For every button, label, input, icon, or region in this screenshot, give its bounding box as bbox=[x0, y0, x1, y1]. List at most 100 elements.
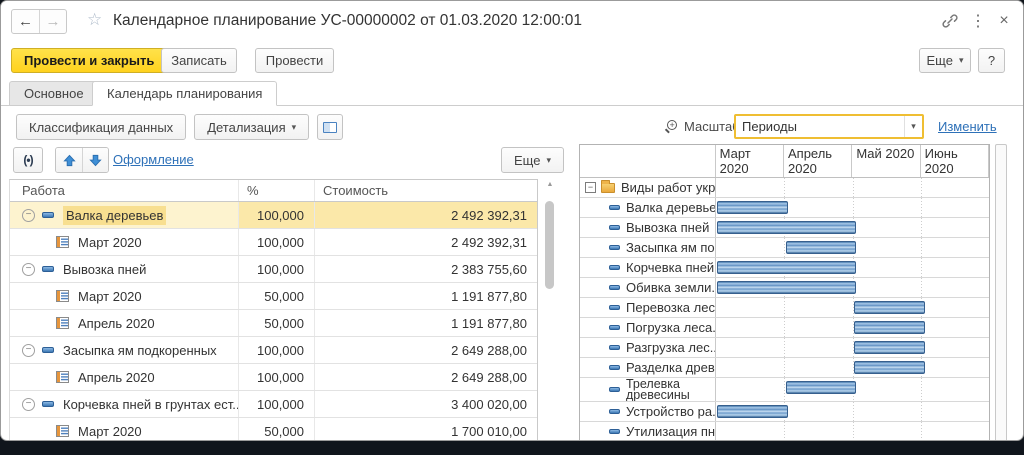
scrollbar-thumb[interactable] bbox=[545, 201, 554, 289]
tab-calendar-planning[interactable]: Календарь планирования bbox=[92, 81, 277, 106]
cost-value[interactable]: 1 191 877,80 bbox=[315, 310, 537, 336]
cost-value[interactable]: 2 383 755,60 bbox=[315, 256, 537, 282]
gantt-row[interactable]: −Виды работ укр bbox=[580, 178, 989, 198]
gantt-row[interactable]: Разгрузка лес... bbox=[580, 338, 989, 358]
scale-combobox[interactable]: Периоды ▾ bbox=[734, 114, 924, 139]
chevron-down-icon[interactable]: ▾ bbox=[904, 116, 922, 137]
change-link[interactable]: Изменить bbox=[938, 119, 997, 134]
classification-button[interactable]: Классификация данных bbox=[16, 114, 186, 140]
cost-value[interactable]: 1 191 877,80 bbox=[315, 283, 537, 309]
scroll-up-icon[interactable]: ▲ bbox=[542, 181, 558, 188]
collapse-icon[interactable]: − bbox=[585, 182, 596, 193]
gantt-bar[interactable] bbox=[854, 321, 925, 334]
detail-button[interactable]: Детализация ▾ bbox=[194, 114, 309, 140]
work-name: Засыпка ям подкоренных bbox=[63, 343, 217, 358]
collapse-icon[interactable]: − bbox=[22, 209, 35, 222]
percent-value[interactable]: 50,000 bbox=[239, 283, 315, 309]
cost-value[interactable]: 2 649 288,00 bbox=[315, 337, 537, 363]
work-name: Апрель 2020 bbox=[78, 370, 155, 385]
column-header-percent[interactable]: % bbox=[239, 180, 315, 201]
percent-value[interactable]: 100,000 bbox=[239, 256, 315, 282]
gantt-row[interactable]: Валка деревьев bbox=[580, 198, 989, 218]
forward-icon[interactable]: → bbox=[39, 10, 66, 33]
table-row[interactable]: Март 2020 50,000 1 191 877,80 bbox=[10, 283, 537, 310]
table-row[interactable]: − Корчевка пней в грунтах ест... 100,000… bbox=[10, 391, 537, 418]
gantt-row[interactable]: Засыпка ям по... bbox=[580, 238, 989, 258]
post-button[interactable]: Провести bbox=[255, 48, 334, 73]
cost-value[interactable]: 1 700 010,00 bbox=[315, 418, 537, 440]
gantt-row[interactable]: Утилизация пней bbox=[580, 422, 989, 441]
percent-value[interactable]: 50,000 bbox=[239, 310, 315, 336]
collapse-icon[interactable]: − bbox=[22, 398, 35, 411]
percent-value[interactable]: 100,000 bbox=[239, 364, 315, 390]
cost-value[interactable]: 2 649 288,00 bbox=[315, 364, 537, 390]
work-name: Корчевка пней в грунтах ест... bbox=[63, 397, 239, 412]
favorite-star-icon[interactable]: ☆ bbox=[87, 10, 102, 30]
gantt-row-label: Валка деревьев bbox=[626, 200, 716, 215]
gantt-bar[interactable] bbox=[717, 221, 856, 234]
post-and-close-button[interactable]: Провести и закрыть bbox=[11, 48, 167, 73]
related-data-button[interactable]: (•) bbox=[13, 147, 43, 173]
table-row[interactable]: Апрель 2020 100,000 2 649 288,00 bbox=[10, 364, 537, 391]
percent-value[interactable]: 100,000 bbox=[239, 391, 315, 417]
save-button[interactable]: Записать bbox=[161, 48, 237, 73]
gantt-row[interactable]: Перевозка лес... bbox=[580, 298, 989, 318]
work-item-icon bbox=[609, 387, 620, 392]
tab-main[interactable]: Основное bbox=[9, 81, 99, 106]
percent-value[interactable]: 50,000 bbox=[239, 418, 315, 440]
chevron-down-icon: ▾ bbox=[292, 122, 297, 133]
percent-value[interactable]: 100,000 bbox=[239, 202, 315, 228]
gantt-bar[interactable] bbox=[854, 361, 925, 374]
percent-value[interactable]: 100,000 bbox=[239, 229, 315, 255]
cost-value[interactable]: 2 492 392,31 bbox=[315, 229, 537, 255]
gantt-row[interactable]: Устройство ра... bbox=[580, 402, 989, 422]
gantt-bar[interactable] bbox=[786, 381, 857, 394]
work-item-icon bbox=[609, 429, 620, 434]
gantt-row[interactable]: Трелевка древесины bbox=[580, 378, 989, 402]
gantt-bar[interactable] bbox=[854, 301, 925, 314]
gantt-bar[interactable] bbox=[786, 241, 857, 254]
table-row[interactable]: − Валка деревьев 100,000 2 492 392,31 bbox=[10, 202, 537, 229]
cost-value[interactable]: 3 400 020,00 bbox=[315, 391, 537, 417]
table-row[interactable]: Март 2020 50,000 1 700 010,00 bbox=[10, 418, 537, 440]
close-icon[interactable]: × bbox=[993, 11, 1015, 31]
move-up-button[interactable] bbox=[56, 148, 82, 172]
gantt-bar[interactable] bbox=[717, 201, 788, 214]
collapse-icon[interactable]: − bbox=[22, 263, 35, 276]
work-item-icon bbox=[609, 305, 620, 310]
work-table-scrollbar[interactable]: ▲ bbox=[542, 179, 558, 440]
gantt-row[interactable]: Корчевка пней... bbox=[580, 258, 989, 278]
work-table-header: Работа % Стоимость bbox=[10, 180, 537, 202]
column-header-work[interactable]: Работа bbox=[10, 180, 239, 201]
table-row[interactable]: Апрель 2020 50,000 1 191 877,80 bbox=[10, 310, 537, 337]
gantt-panel: + Масштаб: Периоды ▾ Изменить Март 2020А… bbox=[579, 106, 1024, 440]
gantt-bar[interactable] bbox=[717, 261, 856, 274]
formatting-link[interactable]: Оформление bbox=[113, 152, 194, 167]
more-button-top[interactable]: Еще ▾ bbox=[919, 48, 971, 73]
table-row[interactable]: Март 2020 100,000 2 492 392,31 bbox=[10, 229, 537, 256]
column-header-cost[interactable]: Стоимость bbox=[315, 180, 537, 201]
help-button[interactable]: ? bbox=[978, 48, 1005, 73]
move-down-button[interactable] bbox=[82, 148, 108, 172]
work-name: Март 2020 bbox=[78, 235, 142, 250]
cost-value[interactable]: 2 492 392,31 bbox=[315, 202, 537, 228]
gantt-bar[interactable] bbox=[717, 405, 788, 418]
gantt-row[interactable]: Обивка земли... bbox=[580, 278, 989, 298]
table-row[interactable]: − Засыпка ям подкоренных 100,000 2 649 2… bbox=[10, 337, 537, 364]
get-link-icon[interactable] bbox=[939, 11, 961, 31]
gantt-row[interactable]: Разделка древ... bbox=[580, 358, 989, 378]
gantt-row[interactable]: Вывозка пней bbox=[580, 218, 989, 238]
column-layout-button[interactable] bbox=[317, 114, 343, 140]
percent-value[interactable]: 100,000 bbox=[239, 337, 315, 363]
gantt-row[interactable]: Погрузка леса... bbox=[580, 318, 989, 338]
collapse-icon[interactable]: − bbox=[22, 344, 35, 357]
gantt-scrollbar[interactable] bbox=[995, 144, 1007, 441]
gantt-bar[interactable] bbox=[854, 341, 925, 354]
back-icon[interactable]: ← bbox=[12, 10, 39, 33]
folder-icon bbox=[601, 183, 615, 193]
more-button-left[interactable]: Еще ▾ bbox=[501, 147, 564, 173]
window-menu-icon[interactable]: ⋮ bbox=[967, 11, 989, 31]
gantt-row-label: Устройство ра... bbox=[626, 404, 716, 419]
table-row[interactable]: − Вывозка пней 100,000 2 383 755,60 bbox=[10, 256, 537, 283]
gantt-bar[interactable] bbox=[717, 281, 856, 294]
